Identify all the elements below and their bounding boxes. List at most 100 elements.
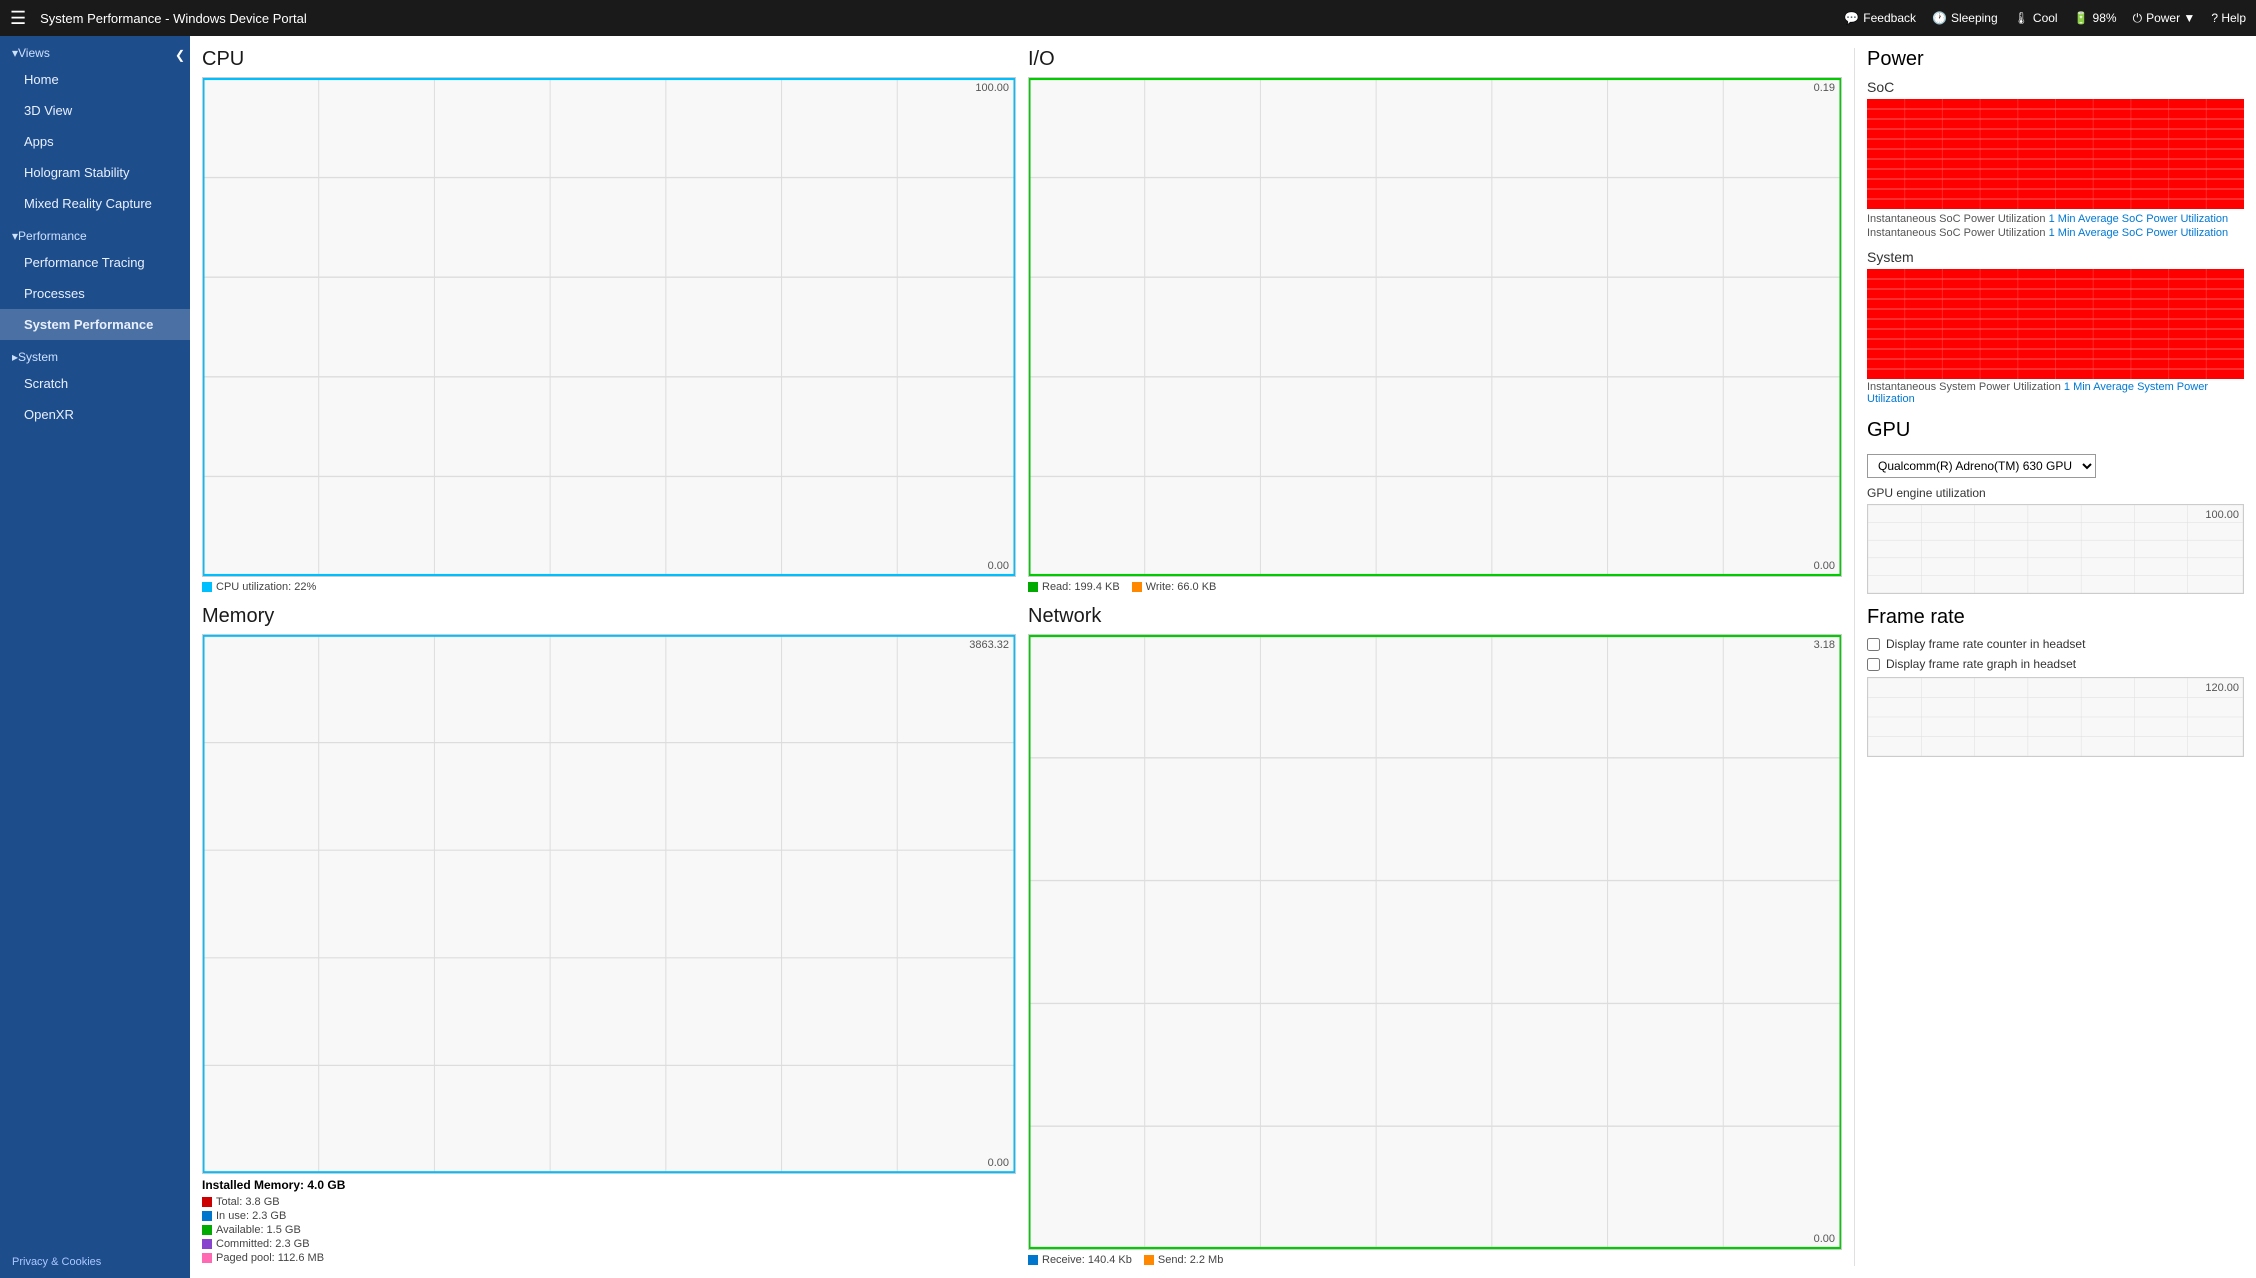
memory-legend: Total: 3.8 GB In use: 2.3 GB Available: … bbox=[202, 1196, 1016, 1266]
system-chart bbox=[1867, 269, 2244, 379]
sidebar-item-3d-view[interactable]: 3D View bbox=[0, 95, 190, 126]
framerate-checkbox2-label: Display frame rate graph in headset bbox=[1886, 657, 2076, 671]
soc-legend: Instantaneous SoC Power Utilization 1 Mi… bbox=[1867, 213, 2244, 225]
sidebar-item-mixed-reality[interactable]: Mixed Reality Capture bbox=[0, 188, 190, 219]
memory-title: Memory bbox=[202, 605, 1016, 628]
sidebar-item-scratch[interactable]: Scratch bbox=[0, 368, 190, 399]
cpu-panel: CPU bbox=[202, 48, 1016, 593]
cool-label: Cool bbox=[2033, 11, 2058, 25]
memory-panel: Memory bbox=[202, 605, 1016, 1266]
cpu-legend: CPU utilization: 22% bbox=[202, 581, 1016, 593]
sidebar-item-processes[interactable]: Processes bbox=[0, 278, 190, 309]
right-panel: Power SoC bbox=[1854, 48, 2244, 1266]
sleeping-button[interactable]: 🕐 Sleeping bbox=[1932, 11, 1998, 25]
memory-available-text: Available: 1.5 GB bbox=[216, 1224, 301, 1236]
sidebar-system-header[interactable]: ▸System bbox=[0, 340, 190, 368]
panels-grid: CPU bbox=[190, 36, 2256, 1278]
sidebar-item-openxr[interactable]: OpenXR bbox=[0, 399, 190, 430]
io-panel: I/O bbox=[1028, 48, 1842, 593]
memory-chart: 3863.32 0.00 bbox=[202, 634, 1016, 1174]
sidebar: ❮ ▾Views Home 3D View Apps Hologram Stab… bbox=[0, 36, 190, 1278]
sidebar-item-system-performance[interactable]: System Performance bbox=[0, 309, 190, 340]
network-panel: Network bbox=[1028, 605, 1842, 1266]
gpu-chart: 100.00 bbox=[1867, 504, 2244, 594]
power-section: Power SoC bbox=[1867, 48, 2244, 405]
network-title: Network bbox=[1028, 605, 1842, 628]
sidebar-collapse-button[interactable]: ❮ bbox=[169, 44, 190, 66]
privacy-cookies-link[interactable]: Privacy & Cookies bbox=[0, 1246, 190, 1278]
sidebar-views-header[interactable]: ▾Views bbox=[0, 36, 190, 64]
hamburger-icon[interactable]: ☰ bbox=[10, 8, 26, 29]
io-max-label: 0.19 bbox=[1814, 82, 1835, 94]
cpu-legend-dot bbox=[202, 582, 212, 592]
network-legend: Receive: 140.4 Kb Send: 2.2 Mb bbox=[1028, 1254, 1842, 1266]
memory-total-text: Total: 3.8 GB bbox=[216, 1196, 280, 1208]
network-send-dot bbox=[1144, 1255, 1154, 1265]
io-write-dot bbox=[1132, 582, 1142, 592]
main-layout: ❮ ▾Views Home 3D View Apps Hologram Stab… bbox=[0, 36, 2256, 1278]
soc-chart bbox=[1867, 99, 2244, 209]
power-title: Power bbox=[1867, 48, 2244, 71]
io-read-dot bbox=[1028, 582, 1038, 592]
window-title: System Performance - Windows Device Port… bbox=[40, 11, 1836, 26]
feedback-icon: 💬 bbox=[1844, 11, 1859, 25]
power-icon: ⏻ bbox=[2133, 11, 2143, 26]
sidebar-performance-header[interactable]: ▾Performance bbox=[0, 219, 190, 247]
io-min-label: 0.00 bbox=[1814, 560, 1835, 572]
io-read-text: Read: 199.4 KB bbox=[1042, 581, 1120, 593]
framerate-checkbox1-label: Display frame rate counter in headset bbox=[1886, 637, 2085, 651]
framerate-checkbox1-row: Display frame rate counter in headset bbox=[1867, 637, 2244, 651]
soc-avg-link2[interactable]: 1 Min Average SoC Power Utilization bbox=[2049, 227, 2229, 239]
sleeping-icon: 🕐 bbox=[1932, 11, 1947, 25]
memory-paged-text: Paged pool: 112.6 MB bbox=[216, 1252, 324, 1264]
framerate-section: Frame rate Display frame rate counter in… bbox=[1867, 606, 2244, 757]
help-button[interactable]: ? Help bbox=[2211, 11, 2246, 25]
sys-instant-text: Instantaneous System Power Utilization bbox=[1867, 381, 2061, 393]
io-write-text: Write: 66.0 KB bbox=[1146, 581, 1217, 593]
memory-installed-label: Installed Memory: 4.0 GB bbox=[202, 1178, 1016, 1192]
gpu-section: GPU Qualcomm(R) Adreno(TM) 630 GPU GPU e… bbox=[1867, 419, 2244, 594]
framerate-checkbox1[interactable] bbox=[1867, 638, 1880, 651]
memory-committed-text: Committed: 2.3 GB bbox=[216, 1238, 310, 1250]
network-receive-dot bbox=[1028, 1255, 1038, 1265]
gpu-selector[interactable]: Qualcomm(R) Adreno(TM) 630 GPU bbox=[1867, 454, 2096, 478]
soc-instant-text: Instantaneous SoC Power Utilization bbox=[1867, 227, 2046, 239]
framerate-checkbox2-row: Display frame rate graph in headset bbox=[1867, 657, 2244, 671]
io-chart: 0.19 0.00 bbox=[1028, 77, 1842, 577]
gpu-engine-label: GPU engine utilization bbox=[1867, 486, 2244, 500]
cpu-legend-text: CPU utilization: 22% bbox=[216, 581, 316, 593]
power-label: Power ▼ bbox=[2146, 11, 2195, 25]
cool-icon: 🌡 bbox=[2014, 11, 2029, 25]
cpu-min-label: 0.00 bbox=[988, 560, 1009, 572]
memory-min-label: 0.00 bbox=[988, 1157, 1009, 1169]
sidebar-item-home[interactable]: Home bbox=[0, 64, 190, 95]
io-legend: Read: 199.4 KB Write: 66.0 KB bbox=[1028, 581, 1842, 593]
system-power-label: System bbox=[1867, 249, 2244, 265]
feedback-button[interactable]: 💬 Feedback bbox=[1844, 11, 1916, 25]
network-min-label: 0.00 bbox=[1814, 1233, 1835, 1245]
network-chart: 3.18 0.00 bbox=[1028, 634, 1842, 1250]
power-button[interactable]: ⏻ Power ▼ bbox=[2133, 11, 2196, 26]
sidebar-item-apps[interactable]: Apps bbox=[0, 126, 190, 157]
sidebar-item-hologram[interactable]: Hologram Stability bbox=[0, 157, 190, 188]
content-area: CPU bbox=[190, 36, 2256, 1278]
framerate-title: Frame rate bbox=[1867, 606, 2244, 629]
gpu-max-label: 100.00 bbox=[2205, 509, 2239, 521]
framerate-chart: 120.00 bbox=[1867, 677, 2244, 757]
cpu-chart: 100.00 0.00 bbox=[202, 77, 1016, 577]
sidebar-item-performance-tracing[interactable]: Performance Tracing bbox=[0, 247, 190, 278]
memory-max-label: 3863.32 bbox=[969, 639, 1009, 651]
cpu-max-label: 100.00 bbox=[975, 82, 1009, 94]
network-receive-text: Receive: 140.4 Kb bbox=[1042, 1254, 1132, 1266]
framerate-checkbox2[interactable] bbox=[1867, 658, 1880, 671]
network-send-text: Send: 2.2 Mb bbox=[1158, 1254, 1223, 1266]
gpu-title: GPU bbox=[1867, 419, 2244, 442]
framerate-max-label: 120.00 bbox=[2205, 682, 2239, 694]
cpu-title: CPU bbox=[202, 48, 1016, 71]
cool-button[interactable]: 🌡 Cool bbox=[2014, 11, 2058, 25]
feedback-label: Feedback bbox=[1863, 11, 1916, 25]
soc-label: SoC bbox=[1867, 79, 2244, 95]
battery-label: 98% bbox=[2093, 11, 2117, 25]
battery-icon: 🔋 bbox=[2074, 11, 2089, 25]
memory-inuse-text: In use: 2.3 GB bbox=[216, 1210, 286, 1222]
